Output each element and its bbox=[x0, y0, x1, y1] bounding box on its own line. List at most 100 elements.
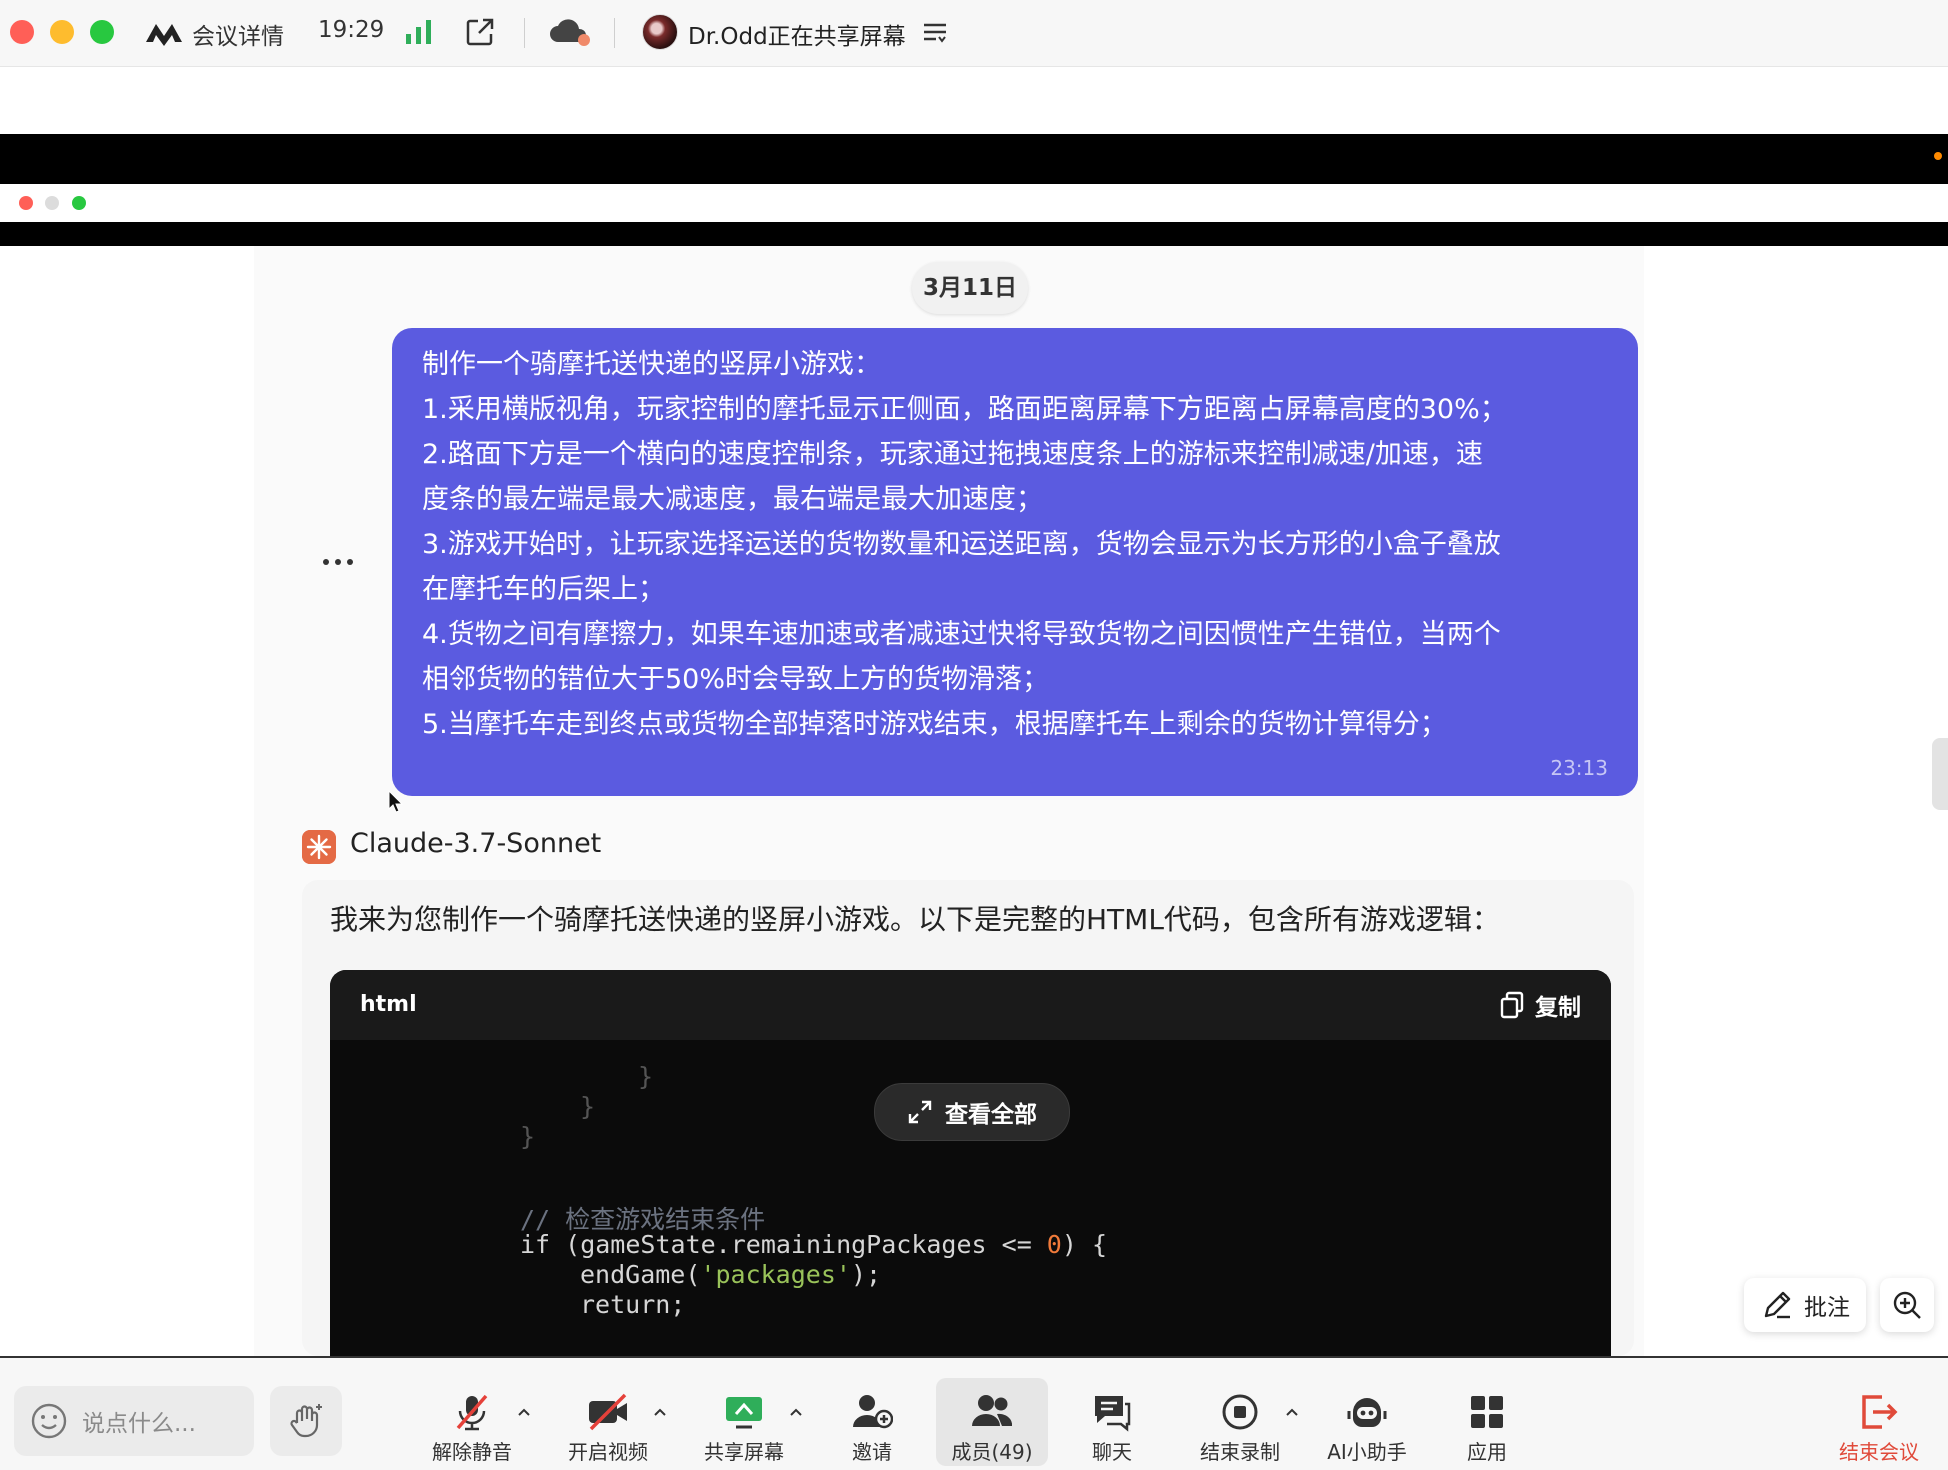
message-line: 4.货物之间有摩擦力，如果车速加速或者减速过快将导致货物之间因惯性产生错位，当两… bbox=[422, 619, 1501, 650]
cloud-recording-icon[interactable] bbox=[548, 16, 592, 48]
start-video-button[interactable]: 开启视频 bbox=[553, 1378, 663, 1466]
code-line: } bbox=[520, 1122, 536, 1151]
maximize-window-button[interactable] bbox=[90, 20, 114, 44]
message-line: 2.路面下方是一个横向的速度控制条，玩家通过拖拽速度条上的游标来控制减速/加速，… bbox=[422, 439, 1483, 470]
message-timestamp: 23:13 bbox=[1550, 756, 1608, 780]
copy-code-button[interactable]: 复制 bbox=[1499, 988, 1581, 1022]
end-recording-label: 结束录制 bbox=[1200, 1440, 1280, 1464]
view-all-label: 查看全部 bbox=[945, 1102, 1037, 1128]
claude-model-icon bbox=[302, 830, 336, 864]
emoji-icon[interactable] bbox=[30, 1402, 68, 1440]
quick-chat-input[interactable]: 说点什么... bbox=[14, 1386, 254, 1456]
model-name: Claude-3.7-Sonnet bbox=[350, 828, 602, 859]
meeting-app-logo-icon bbox=[146, 24, 182, 46]
more-options-icon[interactable] bbox=[320, 548, 356, 576]
shared-window-toolbar-band bbox=[0, 222, 1948, 246]
apps-button[interactable]: 应用 bbox=[1432, 1378, 1542, 1466]
user-message-bubble: 制作一个骑摩托送快递的竖屏小游戏： 1.采用横版视角，玩家控制的摩托显示正侧面，… bbox=[392, 328, 1638, 796]
copy-icon bbox=[1500, 991, 1524, 1019]
screen-share-status: Dr.Odd正在共享屏幕 bbox=[688, 24, 906, 50]
stop-recording-icon bbox=[1222, 1394, 1258, 1430]
close-window-button[interactable] bbox=[10, 20, 34, 44]
external-window-icon[interactable] bbox=[464, 16, 496, 48]
unmute-button[interactable]: 解除静音 bbox=[417, 1378, 527, 1466]
minimize-window-button[interactable] bbox=[50, 20, 74, 44]
pen-icon bbox=[1764, 1291, 1791, 1319]
recording-options-chevron-up-icon[interactable] bbox=[1284, 1406, 1300, 1418]
end-meeting-button[interactable]: 结束会议 bbox=[1824, 1378, 1934, 1466]
annotate-button[interactable]: 批注 bbox=[1744, 1278, 1866, 1332]
video-options-chevron-up-icon[interactable] bbox=[652, 1406, 668, 1418]
shared-window-titlebar bbox=[0, 184, 1948, 222]
message-line: 相邻货物的错位大于50%时会导致上方的货物滑落； bbox=[422, 664, 1050, 695]
ai-assistant-icon bbox=[1347, 1398, 1387, 1427]
code-line: if (gameState.remainingPackages <= 0) { bbox=[520, 1230, 1107, 1259]
message-line: 3.游戏开始时，让玩家选择运送的货物数量和运送距离，货物会显示为长方形的小盒子叠… bbox=[422, 529, 1501, 560]
side-panel-handle[interactable] bbox=[1932, 738, 1948, 810]
code-token: ) { bbox=[1061, 1230, 1108, 1259]
code-language-label: html bbox=[360, 992, 417, 1017]
chat-label: 聊天 bbox=[1092, 1440, 1132, 1464]
exit-icon bbox=[1862, 1395, 1898, 1429]
share-screen-button[interactable]: 共享屏幕 bbox=[689, 1378, 799, 1466]
share-options-chevron-up-icon[interactable] bbox=[788, 1406, 804, 1418]
code-number-token: 0 bbox=[1046, 1230, 1062, 1259]
chat-bubble-icon bbox=[1095, 1396, 1131, 1432]
share-options-icon[interactable] bbox=[922, 20, 948, 44]
meeting-top-bar: 会议详情 19:29 Dr.Odd正在共享屏幕 bbox=[0, 0, 1948, 67]
invite-button[interactable]: 邀请 bbox=[817, 1378, 927, 1466]
code-block: html 复制 } } } // 检查游戏结束条件 if (gameState.… bbox=[330, 970, 1611, 1356]
start-video-label: 开启视频 bbox=[568, 1440, 648, 1464]
assistant-message-text: 我来为您制作一个骑摩托送快递的竖屏小游戏。以下是完整的HTML代码，包含所有游戏… bbox=[330, 903, 1500, 936]
message-line: 制作一个骑摩托送快递的竖屏小游戏： bbox=[422, 349, 881, 380]
divider bbox=[524, 18, 525, 48]
chat-input-placeholder: 说点什么... bbox=[82, 1411, 196, 1437]
code-block-header: html 复制 bbox=[330, 970, 1611, 1040]
end-recording-button[interactable]: 结束录制 bbox=[1185, 1378, 1295, 1466]
network-signal-icon[interactable] bbox=[404, 18, 434, 46]
code-string-token: 'packages' bbox=[700, 1260, 851, 1289]
end-meeting-label: 结束会议 bbox=[1839, 1440, 1919, 1464]
raise-hand-button[interactable] bbox=[270, 1386, 342, 1456]
message-line: 1.采用横版视角，玩家控制的摩托显示正侧面，路面距离屏幕下方距离占屏幕高度的30… bbox=[422, 394, 1507, 425]
zoom-in-button[interactable] bbox=[1880, 1278, 1934, 1332]
share-screen-label: 共享屏幕 bbox=[704, 1440, 784, 1464]
annotate-label: 批注 bbox=[1804, 1295, 1850, 1321]
chat-button[interactable]: 聊天 bbox=[1057, 1378, 1167, 1466]
sharer-avatar bbox=[642, 14, 678, 50]
unmute-label: 解除静音 bbox=[432, 1440, 512, 1464]
expand-icon bbox=[908, 1100, 932, 1124]
members-label: 成员(49) bbox=[951, 1440, 1033, 1464]
message-line: 度条的最左端是最大减速度，最右端是最大加速度； bbox=[422, 484, 1043, 515]
members-icon bbox=[972, 1395, 1013, 1426]
ai-assistant-button[interactable]: AI小助手 bbox=[1312, 1378, 1422, 1466]
add-user-icon bbox=[853, 1395, 893, 1429]
view-all-button[interactable]: 查看全部 bbox=[874, 1083, 1070, 1141]
sharing-indicator-dot bbox=[1934, 152, 1942, 160]
code-token: ); bbox=[850, 1260, 882, 1289]
meeting-details-link[interactable]: 会议详情 bbox=[192, 17, 284, 51]
shared-screen-top-band bbox=[0, 134, 1948, 184]
code-line: return; bbox=[580, 1290, 686, 1319]
code-line: } bbox=[638, 1062, 654, 1091]
divider bbox=[614, 18, 615, 48]
date-separator: 3月11日 bbox=[912, 262, 1028, 314]
code-token: endGame( bbox=[580, 1260, 701, 1289]
zoom-in-icon bbox=[1893, 1291, 1921, 1319]
shared-window-zoom-dot bbox=[72, 196, 86, 210]
ai-assistant-label: AI小助手 bbox=[1327, 1440, 1407, 1464]
code-line: } bbox=[580, 1092, 596, 1121]
mouse-cursor-icon bbox=[388, 790, 404, 813]
apps-grid-icon bbox=[1471, 1396, 1503, 1428]
message-line: 5.当摩托车走到终点或货物全部掉落时游戏结束，根据摩托车上剩余的货物计算得分； bbox=[422, 709, 1447, 740]
code-line: endGame('packages'); bbox=[580, 1260, 881, 1289]
audio-options-chevron-up-icon[interactable] bbox=[516, 1406, 532, 1418]
microphone-muted-icon bbox=[456, 1394, 488, 1431]
apps-label: 应用 bbox=[1467, 1440, 1507, 1464]
copy-code-label: 复制 bbox=[1535, 995, 1581, 1021]
shared-window-close-dot bbox=[19, 196, 33, 210]
members-button[interactable]: 成员(49) bbox=[936, 1378, 1048, 1466]
code-token: if (gameState.remainingPackages <= bbox=[520, 1230, 1047, 1259]
meeting-clock: 19:29 bbox=[318, 17, 385, 43]
shared-window-minimize-dot bbox=[45, 196, 59, 210]
